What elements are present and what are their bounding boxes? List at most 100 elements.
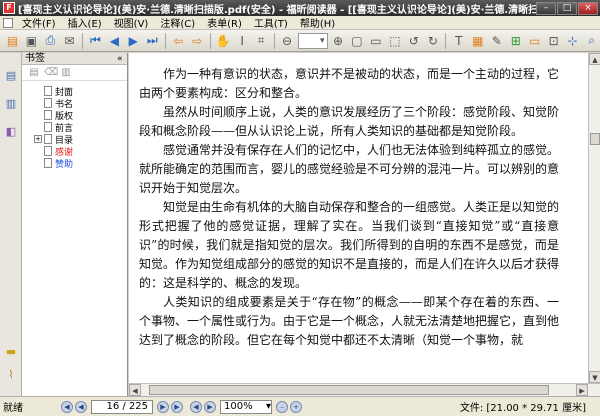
scroll-up-icon[interactable]: ▲ <box>589 53 600 65</box>
app-icon[interactable]: F <box>3 2 15 14</box>
close-button[interactable]: × <box>578 1 598 15</box>
menu-tools[interactable]: 工具(T) <box>248 15 294 30</box>
snapshot-icon[interactable]: ⌗ <box>253 32 270 49</box>
vertical-scroll-thumb[interactable] <box>590 133 600 145</box>
bookmark-item[interactable]: 封面 <box>22 85 127 98</box>
first-page-icon[interactable]: ⏮ <box>87 32 104 49</box>
print-icon[interactable]: ⎙ <box>42 32 59 49</box>
status-back-icon[interactable]: ◀ <box>190 400 202 413</box>
attachment-icon[interactable]: ⊞ <box>507 32 524 49</box>
zoom-in-icon[interactable]: ⊕ <box>330 32 347 49</box>
scroll-right-icon[interactable]: ▶ <box>576 384 588 396</box>
note-icon[interactable]: ▦ <box>469 32 486 49</box>
status-last-page-icon[interactable]: ▶ <box>171 400 183 413</box>
paragraph: 知觉是由生命有机体的大脑自动保存和整合的一组感觉。人类正是以知觉的形式把握了他的… <box>139 200 560 290</box>
attachments-panel-icon[interactable]: ⌇ <box>4 368 18 382</box>
typewriter-icon[interactable]: T <box>450 32 467 49</box>
open-folder-icon[interactable]: ▤ <box>4 32 21 49</box>
status-zoom-in-icon[interactable]: + <box>290 400 302 413</box>
menu-file[interactable]: 文件(F) <box>16 15 62 30</box>
back-icon[interactable]: ⇦ <box>170 32 187 49</box>
bookmark-item[interactable]: 版权 <box>22 109 127 122</box>
zoom-level-select[interactable]: 100% ▾ <box>220 399 272 414</box>
bookmark-item[interactable]: 感谢 <box>22 145 127 158</box>
minimize-button[interactable]: – <box>536 1 556 15</box>
maximize-button[interactable]: □ <box>557 1 577 15</box>
toolbar-separator <box>445 32 447 49</box>
vertical-scrollbar[interactable]: ▲ ▼ <box>588 53 600 383</box>
expand-plus-icon[interactable]: + <box>34 135 42 143</box>
pen-icon[interactable]: ✎ <box>488 32 505 49</box>
toolbar-separator <box>273 32 275 49</box>
select-text-icon[interactable]: I <box>234 32 251 49</box>
expand-bookmark-icon[interactable]: ▤ <box>28 67 40 79</box>
menu-bar: 文件(F) 插入(E) 视图(V) 注释(C) 表单(R) 工具(T) 帮助(H… <box>0 16 600 30</box>
menu-comment[interactable]: 注释(C) <box>154 15 201 30</box>
bookmark-item[interactable]: 前言 <box>22 121 127 134</box>
bookmark-item[interactable]: 赞助 <box>22 157 127 170</box>
previous-page-icon[interactable]: ◀ <box>106 32 123 49</box>
status-bar: 就绪 ◀ ◀ 16 / 225 ▶ ▶ ◀ ▶ 100% ▾ – + 文件: [2… <box>0 396 600 416</box>
menu-help[interactable]: 帮助(H) <box>294 15 341 30</box>
toolbar-separator <box>81 32 83 49</box>
status-text: 就绪 <box>3 403 23 414</box>
email-icon[interactable]: ✉ <box>61 32 78 49</box>
scroll-down-icon[interactable]: ▼ <box>589 371 600 383</box>
bookmark-item[interactable]: + 目录 <box>22 133 127 146</box>
status-zoom-out-icon[interactable]: – <box>276 400 288 413</box>
bookmarks-panel: 书签 « ▤ ⌫ ▥ 封面 书名 版权 前言 + 目录 感谢 赞助 <box>22 53 128 396</box>
toolbar: ▤ ▣ ⎙ ✉ ⏮ ◀ ▶ ⏭ ⇦ ⇨ ✋ I ⌗ ⊖ ▾ ⊕ ▢ ▭ ⬚ ↺ … <box>0 30 600 52</box>
last-page-icon[interactable]: ⏭ <box>144 32 161 49</box>
toolbar-separator <box>209 32 211 49</box>
bookmark-page-icon <box>44 86 52 96</box>
paragraph: 作为一种有意识的状态，意识并不是被动的状态，而是一个主动的过程，它由两个要素构成… <box>139 67 560 100</box>
rotate-left-icon[interactable]: ↺ <box>405 32 422 49</box>
scroll-left-icon[interactable]: ◀ <box>129 384 141 396</box>
collapse-panel-icon[interactable]: « <box>117 53 127 64</box>
horizontal-scrollbar[interactable]: ◀ ▶ <box>129 383 600 396</box>
menu-form[interactable]: 表单(R) <box>201 15 248 30</box>
rotate-right-icon[interactable]: ↻ <box>424 32 441 49</box>
forward-icon[interactable]: ⇨ <box>189 32 206 49</box>
status-next-page-icon[interactable]: ▶ <box>157 400 169 413</box>
delete-bookmark-icon[interactable]: ⌫ <box>44 67 58 79</box>
fit-page-icon[interactable]: ▭ <box>367 32 384 49</box>
new-bookmark-icon[interactable]: ▥ <box>60 67 72 79</box>
zoom-out-icon[interactable]: ⊖ <box>279 32 296 49</box>
chevron-down-icon: ▾ <box>265 400 271 412</box>
bookmark-page-icon <box>44 98 52 108</box>
comment-icon[interactable]: ▭ <box>526 32 543 49</box>
pages-panel-icon[interactable]: ▥ <box>4 97 18 111</box>
status-forward-icon[interactable]: ▶ <box>204 400 216 413</box>
layers-panel-icon[interactable]: ◧ <box>4 125 18 139</box>
page-content: 作为一种有意识的状态，意识并不是被动的状态，而是一个主动的过程，它由两个要素构成… <box>139 65 559 350</box>
document-menu-icon[interactable] <box>3 17 13 28</box>
link-icon[interactable]: ⊹ <box>564 32 581 49</box>
paragraph: 感觉通常并没有保存在人们的记忆中，人们也无法体验到纯粹孤立的感觉。就所能确定的范… <box>139 143 560 195</box>
bookmarks-panel-icon[interactable]: ▤ <box>4 69 18 83</box>
paragraph: 虽然从时间顺序上说，人类的意识发展经历了三个阶段：感觉阶段、知觉阶段和概念阶段—… <box>139 105 560 138</box>
menu-view[interactable]: 视图(V) <box>108 15 155 30</box>
zoom-select[interactable]: ▾ <box>297 32 328 49</box>
bookmark-page-icon <box>44 122 52 132</box>
paragraph: 人类知识的组成要素是关于“存在物”的概念——即某个存在着的东西、一个事物、一个属… <box>139 295 560 347</box>
hand-tool-icon[interactable]: ✋ <box>215 32 232 49</box>
status-first-page-icon[interactable]: ◀ <box>61 400 73 413</box>
fit-width-icon[interactable]: ⬚ <box>386 32 403 49</box>
bookmarks-title: 书签 <box>25 53 45 64</box>
comments-panel-icon[interactable]: ▬ <box>4 345 18 359</box>
next-page-icon[interactable]: ▶ <box>125 32 142 49</box>
toolbar-separator <box>164 32 166 49</box>
bookmark-item[interactable]: 书名 <box>22 97 127 110</box>
status-previous-page-icon[interactable]: ◀ <box>75 400 87 413</box>
stamp-icon[interactable]: ⊡ <box>545 32 562 49</box>
search-icon[interactable]: ⌕ <box>583 32 600 49</box>
page-number-input[interactable]: 16 / 225 <box>91 399 153 414</box>
save-icon[interactable]: ▣ <box>23 32 40 49</box>
horizontal-scroll-thumb[interactable] <box>149 385 549 395</box>
bookmarks-tools: ▤ ⌫ ▥ <box>22 65 127 81</box>
bookmark-page-icon <box>44 110 52 120</box>
menu-insert[interactable]: 插入(E) <box>62 15 108 30</box>
document-view[interactable]: 作为一种有意识的状态，意识并不是被动的状态，而是一个主动的过程，它由两个要素构成… <box>129 53 588 383</box>
actual-size-icon[interactable]: ▢ <box>348 32 365 49</box>
